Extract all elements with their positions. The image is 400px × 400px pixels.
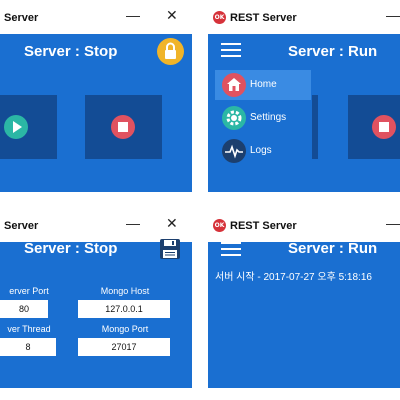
server-status-title: Server : Stop bbox=[24, 43, 118, 60]
mongo-port-input[interactable]: 27017 bbox=[78, 338, 170, 356]
menu-item-settings[interactable]: Settings bbox=[215, 103, 311, 133]
stop-button[interactable] bbox=[111, 115, 135, 139]
gear-icon bbox=[222, 106, 246, 130]
menu-item-label: Home bbox=[250, 79, 277, 90]
server-status-title: Server : Run bbox=[288, 43, 378, 60]
close-button[interactable]: ✕ bbox=[166, 7, 178, 23]
window-title: REST Server bbox=[230, 220, 297, 232]
server-port-input[interactable]: 80 bbox=[0, 300, 48, 318]
hamburger-menu-button[interactable] bbox=[221, 43, 241, 57]
pulse-icon bbox=[222, 139, 246, 163]
play-button[interactable] bbox=[4, 115, 28, 139]
app-logo-icon: OK bbox=[213, 219, 226, 232]
server-status-title: Server : Run bbox=[288, 240, 378, 257]
stop-button[interactable] bbox=[372, 115, 396, 139]
menu-item-label: Logs bbox=[250, 145, 272, 156]
floppy-disk-icon bbox=[160, 239, 180, 259]
lock-icon bbox=[165, 42, 176, 59]
stop-panel[interactable] bbox=[85, 95, 162, 159]
window-title: Server bbox=[4, 220, 39, 232]
panel-divider bbox=[312, 95, 318, 159]
title-bar[interactable]: OK REST Server — bbox=[208, 208, 400, 242]
menu-item-home[interactable]: Home bbox=[215, 70, 311, 100]
menu-item-label: Settings bbox=[250, 112, 287, 123]
lock-button[interactable] bbox=[157, 38, 184, 65]
minimize-button[interactable]: — bbox=[386, 215, 400, 231]
window-title: REST Server bbox=[230, 12, 297, 24]
home-icon bbox=[222, 73, 246, 97]
close-button[interactable]: ✕ bbox=[166, 215, 178, 231]
save-button[interactable] bbox=[158, 237, 182, 261]
server-thread-input[interactable]: 8 bbox=[0, 338, 56, 356]
server-settings-window: Server — ✕ Server : Stop erver Port 80 M… bbox=[0, 208, 192, 388]
minimize-button[interactable]: — bbox=[126, 215, 140, 231]
menu-item-logs[interactable]: Logs bbox=[215, 136, 311, 166]
server-stop-window: Server — ✕ Server : Stop bbox=[0, 0, 192, 192]
server-status-title: Server : Stop bbox=[24, 240, 118, 257]
hamburger-menu-button[interactable] bbox=[221, 242, 241, 256]
server-thread-label: ver Thread bbox=[7, 324, 51, 334]
start-panel[interactable] bbox=[0, 95, 57, 159]
app-logo-icon: OK bbox=[213, 11, 226, 24]
stop-panel[interactable] bbox=[348, 95, 400, 159]
stop-icon bbox=[118, 122, 128, 132]
stop-icon bbox=[379, 122, 389, 132]
window-title: Server bbox=[4, 12, 39, 24]
mongo-host-input[interactable]: 127.0.0.1 bbox=[78, 300, 170, 318]
play-icon bbox=[13, 121, 22, 133]
title-bar[interactable]: Server — ✕ bbox=[0, 0, 192, 34]
minimize-button[interactable]: — bbox=[386, 7, 400, 23]
title-bar[interactable]: OK REST Server — bbox=[208, 0, 400, 34]
rest-server-log-window: OK REST Server — Server : Run bbox=[208, 208, 400, 388]
minimize-button[interactable]: — bbox=[126, 7, 140, 23]
mongo-host-label: Mongo Host bbox=[100, 286, 150, 296]
mongo-port-label: Mongo Port bbox=[101, 324, 149, 334]
server-port-label: erver Port bbox=[9, 286, 49, 296]
log-entry: 서버 시작 - 2017-07-27 오후 5:18:16 bbox=[215, 272, 372, 283]
